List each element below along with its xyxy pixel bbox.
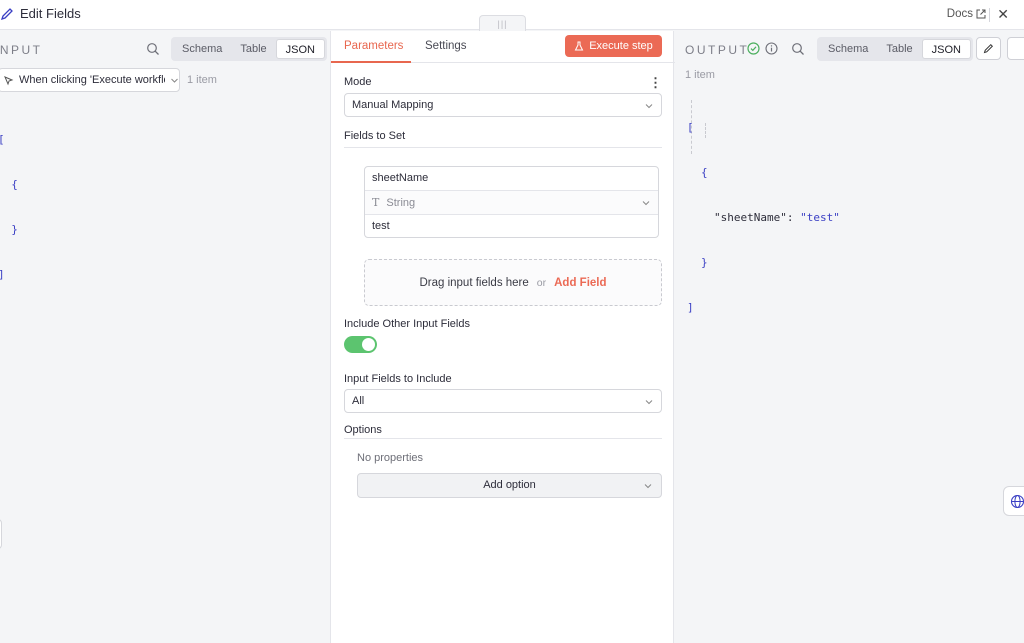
input-fields-value: All bbox=[352, 395, 365, 407]
add-option-label: Add option bbox=[483, 479, 536, 491]
more-options-icon[interactable]: ⋮ bbox=[649, 75, 662, 91]
divider bbox=[989, 8, 990, 22]
more-button[interactable] bbox=[1007, 37, 1024, 60]
output-panel-title: OUTPUT bbox=[685, 43, 750, 57]
flask-icon bbox=[574, 41, 584, 51]
input-view-schema[interactable]: Schema bbox=[173, 39, 231, 59]
globe-button[interactable] bbox=[1003, 486, 1024, 516]
input-json-view: [ { } ] bbox=[0, 102, 38, 312]
json-colon: : bbox=[786, 211, 801, 224]
drop-text: Drag input fields here bbox=[419, 276, 529, 289]
field-type-select[interactable]: T String bbox=[365, 191, 658, 215]
docs-link[interactable]: Docs bbox=[947, 8, 986, 20]
fields-to-set-label: Fields to Set bbox=[344, 130, 406, 142]
close-icon[interactable]: ✕ bbox=[997, 6, 1009, 23]
input-items-count: 1 item bbox=[187, 74, 217, 86]
globe-icon bbox=[1010, 494, 1024, 508]
external-link-icon bbox=[976, 9, 986, 19]
execute-step-label: Execute step bbox=[589, 40, 653, 52]
add-option-button[interactable]: Add option bbox=[357, 473, 662, 498]
drop-zone[interactable]: Drag input fields here or Add Field bbox=[364, 259, 662, 306]
chevron-down-icon bbox=[642, 201, 650, 206]
mode-value: Manual Mapping bbox=[352, 99, 434, 111]
toggle-knob bbox=[362, 338, 375, 351]
json-line: "sheetName": "test" bbox=[687, 210, 840, 225]
field-type-value: String bbox=[386, 197, 416, 209]
options-label: Options bbox=[344, 424, 382, 436]
parameters-panel: Parameters Settings Execute step Mode ⋮ … bbox=[330, 31, 675, 643]
mode-select[interactable]: Manual Mapping bbox=[344, 93, 662, 117]
docs-label: Docs bbox=[946, 8, 973, 20]
pencil-icon bbox=[983, 43, 994, 54]
output-json-view: [ { "sheetName": "test" } ] bbox=[687, 90, 840, 345]
output-view-json[interactable]: JSON bbox=[921, 39, 971, 59]
drag-handle[interactable]: ||| bbox=[479, 15, 526, 31]
json-line: { bbox=[11, 178, 18, 191]
input-view-switch: Schema Table JSON bbox=[171, 37, 327, 61]
search-icon[interactable] bbox=[146, 42, 160, 56]
output-view-schema[interactable]: Schema bbox=[819, 39, 877, 59]
info-icon[interactable] bbox=[765, 42, 778, 55]
input-fields-select[interactable]: All bbox=[344, 389, 662, 413]
input-node-select[interactable]: When clicking 'Execute workflow' bbox=[0, 68, 180, 92]
field-assignment: sheetName T String test bbox=[364, 166, 659, 238]
ndv-window: Edit Fields Docs ✕ ||| INPUT Schema Tabl… bbox=[0, 0, 1024, 643]
output-view-switch: Schema Table JSON bbox=[817, 37, 973, 61]
field-value-input[interactable]: test bbox=[365, 215, 658, 239]
title-wrap: Edit Fields bbox=[0, 6, 81, 21]
drop-or: or bbox=[536, 276, 547, 289]
output-view-table[interactable]: Table bbox=[877, 39, 921, 59]
json-value: "test" bbox=[800, 211, 840, 224]
input-view-json[interactable]: JSON bbox=[275, 39, 325, 59]
tab-parameters[interactable]: Parameters bbox=[344, 40, 403, 52]
json-line: ] bbox=[687, 301, 694, 314]
input-view-table[interactable]: Table bbox=[231, 39, 275, 59]
tab-settings[interactable]: Settings bbox=[425, 40, 467, 52]
input-node-name: When clicking 'Execute workflow' bbox=[19, 74, 165, 86]
json-line: [ bbox=[687, 121, 694, 134]
pencil-icon bbox=[0, 7, 13, 20]
chevron-down-icon bbox=[645, 400, 653, 405]
parameters-tabs: Parameters Settings Execute step bbox=[331, 31, 675, 63]
json-line: ] bbox=[0, 267, 38, 282]
input-panel-title: INPUT bbox=[0, 43, 43, 57]
chevron-down-icon bbox=[645, 104, 653, 109]
divider bbox=[344, 147, 662, 148]
edit-output-button[interactable] bbox=[976, 37, 1001, 60]
chevron-down-icon bbox=[644, 484, 652, 489]
input-panel: INPUT Schema Table JSON When clicking 'E… bbox=[0, 31, 329, 643]
success-check-icon bbox=[747, 42, 760, 55]
no-properties-text: No properties bbox=[357, 452, 424, 464]
divider bbox=[344, 438, 662, 439]
node-title[interactable]: Edit Fields bbox=[20, 6, 81, 21]
json-line: } bbox=[701, 256, 708, 269]
add-field-button[interactable]: Add Field bbox=[554, 277, 606, 289]
output-panel: OUTPUT Schema Table JSON 1 item [ { "she… bbox=[675, 31, 1024, 643]
include-other-label: Include Other Input Fields bbox=[344, 318, 470, 330]
output-items-count: 1 item bbox=[685, 69, 715, 81]
cursor-click-icon bbox=[4, 75, 14, 85]
panel-edge-tab[interactable] bbox=[0, 519, 2, 549]
mode-label: Mode bbox=[344, 76, 372, 88]
text-type-icon: T bbox=[372, 196, 380, 209]
field-name-input[interactable]: sheetName bbox=[365, 167, 658, 191]
json-line: } bbox=[11, 223, 18, 236]
execute-step-button[interactable]: Execute step bbox=[565, 35, 662, 57]
active-tab-indicator bbox=[331, 61, 411, 63]
json-line: [ bbox=[0, 132, 38, 147]
input-fields-label: Input Fields to Include bbox=[344, 373, 452, 385]
json-key: "sheetName" bbox=[714, 211, 787, 224]
chevron-down-icon bbox=[171, 78, 178, 83]
search-icon[interactable] bbox=[791, 42, 805, 56]
include-other-toggle[interactable] bbox=[344, 336, 377, 353]
json-line: { bbox=[701, 166, 708, 179]
